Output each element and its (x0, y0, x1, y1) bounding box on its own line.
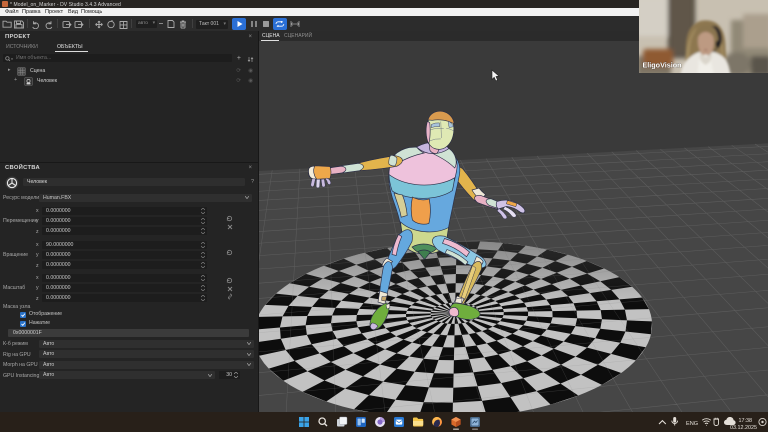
svg-text:17:38: 17:38 (739, 418, 753, 424)
svg-text:EligoVision: EligoVision (643, 61, 682, 70)
svg-text:ENG: ENG (686, 421, 698, 427)
svg-text:03.12.2025: 03.12.2025 (730, 425, 757, 431)
